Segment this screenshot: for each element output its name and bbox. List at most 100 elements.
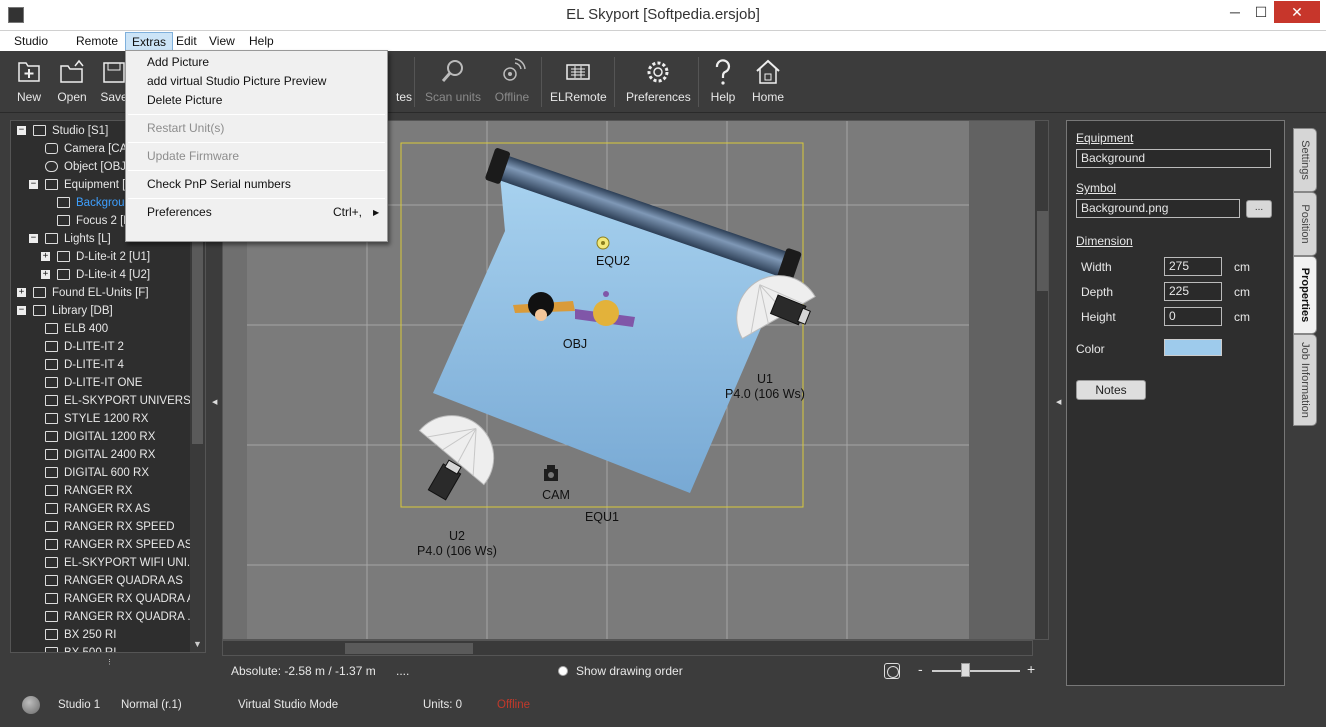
tree-label: STYLE 1200 RX [64, 413, 149, 425]
home-button[interactable]: Home [740, 57, 796, 109]
menu-update-firmware: Update Firmware [147, 149, 240, 163]
u2-power-label: P4.0 (106 Ws) [417, 544, 497, 558]
light-icon [45, 359, 58, 370]
light-icon [57, 269, 70, 280]
maximize-button[interactable]: ☐ [1248, 1, 1274, 23]
tree-label: Focus 2 [E [76, 215, 131, 227]
menu-check-pnp[interactable]: Check PnP Serial numbers [147, 175, 291, 193]
tab-position[interactable]: Position [1293, 192, 1317, 256]
extras-dropdown: Add Picture add virtual Studio Picture P… [125, 50, 388, 242]
zoom-slider-track[interactable] [932, 670, 1020, 672]
zoom-fit-icon[interactable] [884, 663, 900, 679]
folder-icon [33, 125, 46, 136]
folder-icon [45, 233, 58, 244]
menu-preferences[interactable]: Preferences [147, 203, 212, 221]
collapse-toggle[interactable]: − [29, 180, 38, 189]
canvas-vertical-scrollbar[interactable] [1035, 121, 1048, 639]
title-bar: EL Skyport [Softpedia.ersjob] ─ ☐ ✕ [0, 0, 1326, 31]
collapse-toggle[interactable]: − [17, 126, 26, 135]
resize-grip-icon[interactable]: ⋮ [106, 658, 113, 666]
width-field[interactable]: 275 [1164, 257, 1222, 276]
minimize-button[interactable]: ─ [1222, 1, 1248, 23]
close-button[interactable]: ✕ [1274, 1, 1320, 23]
width-label: Width [1081, 260, 1112, 274]
equipment-heading: Equipment [1076, 131, 1134, 145]
menu-extras[interactable]: Extras [125, 32, 174, 51]
tab-label: Position [1299, 204, 1311, 244]
folder-icon [33, 305, 46, 316]
depth-field[interactable]: 225 [1164, 282, 1222, 301]
properties-panel: Equipment Background Symbol Background.p… [1066, 120, 1285, 686]
symbol-heading: Symbol [1076, 181, 1117, 195]
menu-help[interactable]: Help [243, 32, 280, 51]
tree-label: BX 500 RI [64, 647, 117, 653]
menu-separator [128, 170, 385, 171]
preferences-button[interactable]: Preferences [626, 57, 691, 109]
menu-studio[interactable]: Studio [8, 32, 54, 51]
expand-toggle[interactable]: + [17, 288, 26, 297]
menu-add-virtual-preview[interactable]: add virtual Studio Picture Preview [147, 72, 326, 90]
collapse-toggle[interactable]: − [29, 234, 38, 243]
zoom-in-button[interactable]: + [1027, 661, 1035, 677]
offline-button[interactable]: Offline [484, 57, 540, 109]
tab-job-information[interactable]: Job Information [1293, 334, 1317, 426]
toolbar-separator [614, 57, 615, 107]
status-bar: Studio 1 Normal (r.1) Virtual Studio Mod… [0, 690, 1326, 727]
notes-button[interactable]: Notes [1076, 380, 1146, 400]
menu-view[interactable]: View [203, 32, 241, 51]
equipment-field[interactable]: Background [1076, 149, 1271, 168]
height-unit: cm [1234, 310, 1250, 324]
scroll-thumb[interactable] [1037, 211, 1048, 291]
collapse-right-icon[interactable]: ◀ [1056, 398, 1061, 406]
elremote-label: ELRemote [550, 90, 607, 104]
expand-toggle[interactable]: + [41, 270, 50, 279]
tab-settings[interactable]: Settings [1293, 128, 1317, 192]
toolbar-separator [541, 57, 542, 107]
menu-delete-picture[interactable]: Delete Picture [147, 91, 222, 109]
tree-label: EL-SKYPORT WIFI UNI... [64, 557, 197, 569]
scroll-down-arrow[interactable]: ▼ [193, 639, 202, 649]
tree-label: DIGITAL 1200 RX [64, 431, 156, 443]
cam-label: CAM [542, 488, 570, 502]
tab-label: Properties [1299, 267, 1311, 323]
u1-power-label: P4.0 (106 Ws) [725, 387, 805, 401]
u2-name-label: U2 [449, 529, 465, 543]
height-field[interactable]: 0 [1164, 307, 1222, 326]
open-icon [60, 59, 84, 83]
symbol-browse-button[interactable]: ... [1246, 200, 1272, 218]
expand-toggle[interactable]: + [41, 252, 50, 261]
show-drawing-order-radio[interactable] [558, 666, 568, 676]
canvas-horizontal-scrollbar[interactable] [222, 640, 1033, 656]
status-virtual: Virtual Studio Mode [238, 699, 339, 711]
tree-label: Found EL-Units [F] [52, 287, 149, 299]
symbol-field[interactable]: Background.png [1076, 199, 1240, 218]
tree-label: RANGER RX QUADRA ... [64, 611, 197, 623]
zoom-slider-thumb[interactable] [961, 663, 971, 677]
show-drawing-order-label[interactable]: Show drawing order [576, 664, 683, 678]
tab-properties[interactable]: Properties [1293, 256, 1317, 334]
tree-label: RANGER RX [64, 485, 133, 497]
gear-icon [647, 61, 669, 83]
connection-led-icon [22, 696, 40, 714]
color-label: Color [1076, 342, 1105, 356]
preferences-label: Preferences [626, 90, 691, 104]
unit-icon [45, 485, 58, 496]
elremote-button[interactable]: ELRemote [550, 57, 607, 109]
collapse-toggle[interactable]: − [17, 306, 26, 315]
unit-icon [45, 323, 58, 334]
new-icon [18, 62, 40, 82]
tree-label: RANGER QUADRA AS [64, 575, 183, 587]
tree-label: ELB 400 [64, 323, 109, 335]
more-info: .... [396, 664, 410, 678]
color-swatch[interactable] [1164, 339, 1222, 356]
tab-label: Settings [1299, 140, 1311, 180]
menu-remote[interactable]: Remote [70, 32, 124, 51]
scan-units-button[interactable]: Scan units [424, 57, 482, 109]
toolbar-separator [414, 57, 415, 107]
scroll-thumb[interactable] [345, 643, 473, 654]
menu-add-picture[interactable]: Add Picture [147, 53, 209, 71]
tree-label: RANGER RX AS [64, 503, 151, 515]
collapse-left-icon[interactable]: ◀ [212, 398, 217, 406]
zoom-out-button[interactable]: - [918, 661, 923, 677]
menu-edit[interactable]: Edit [170, 32, 203, 51]
